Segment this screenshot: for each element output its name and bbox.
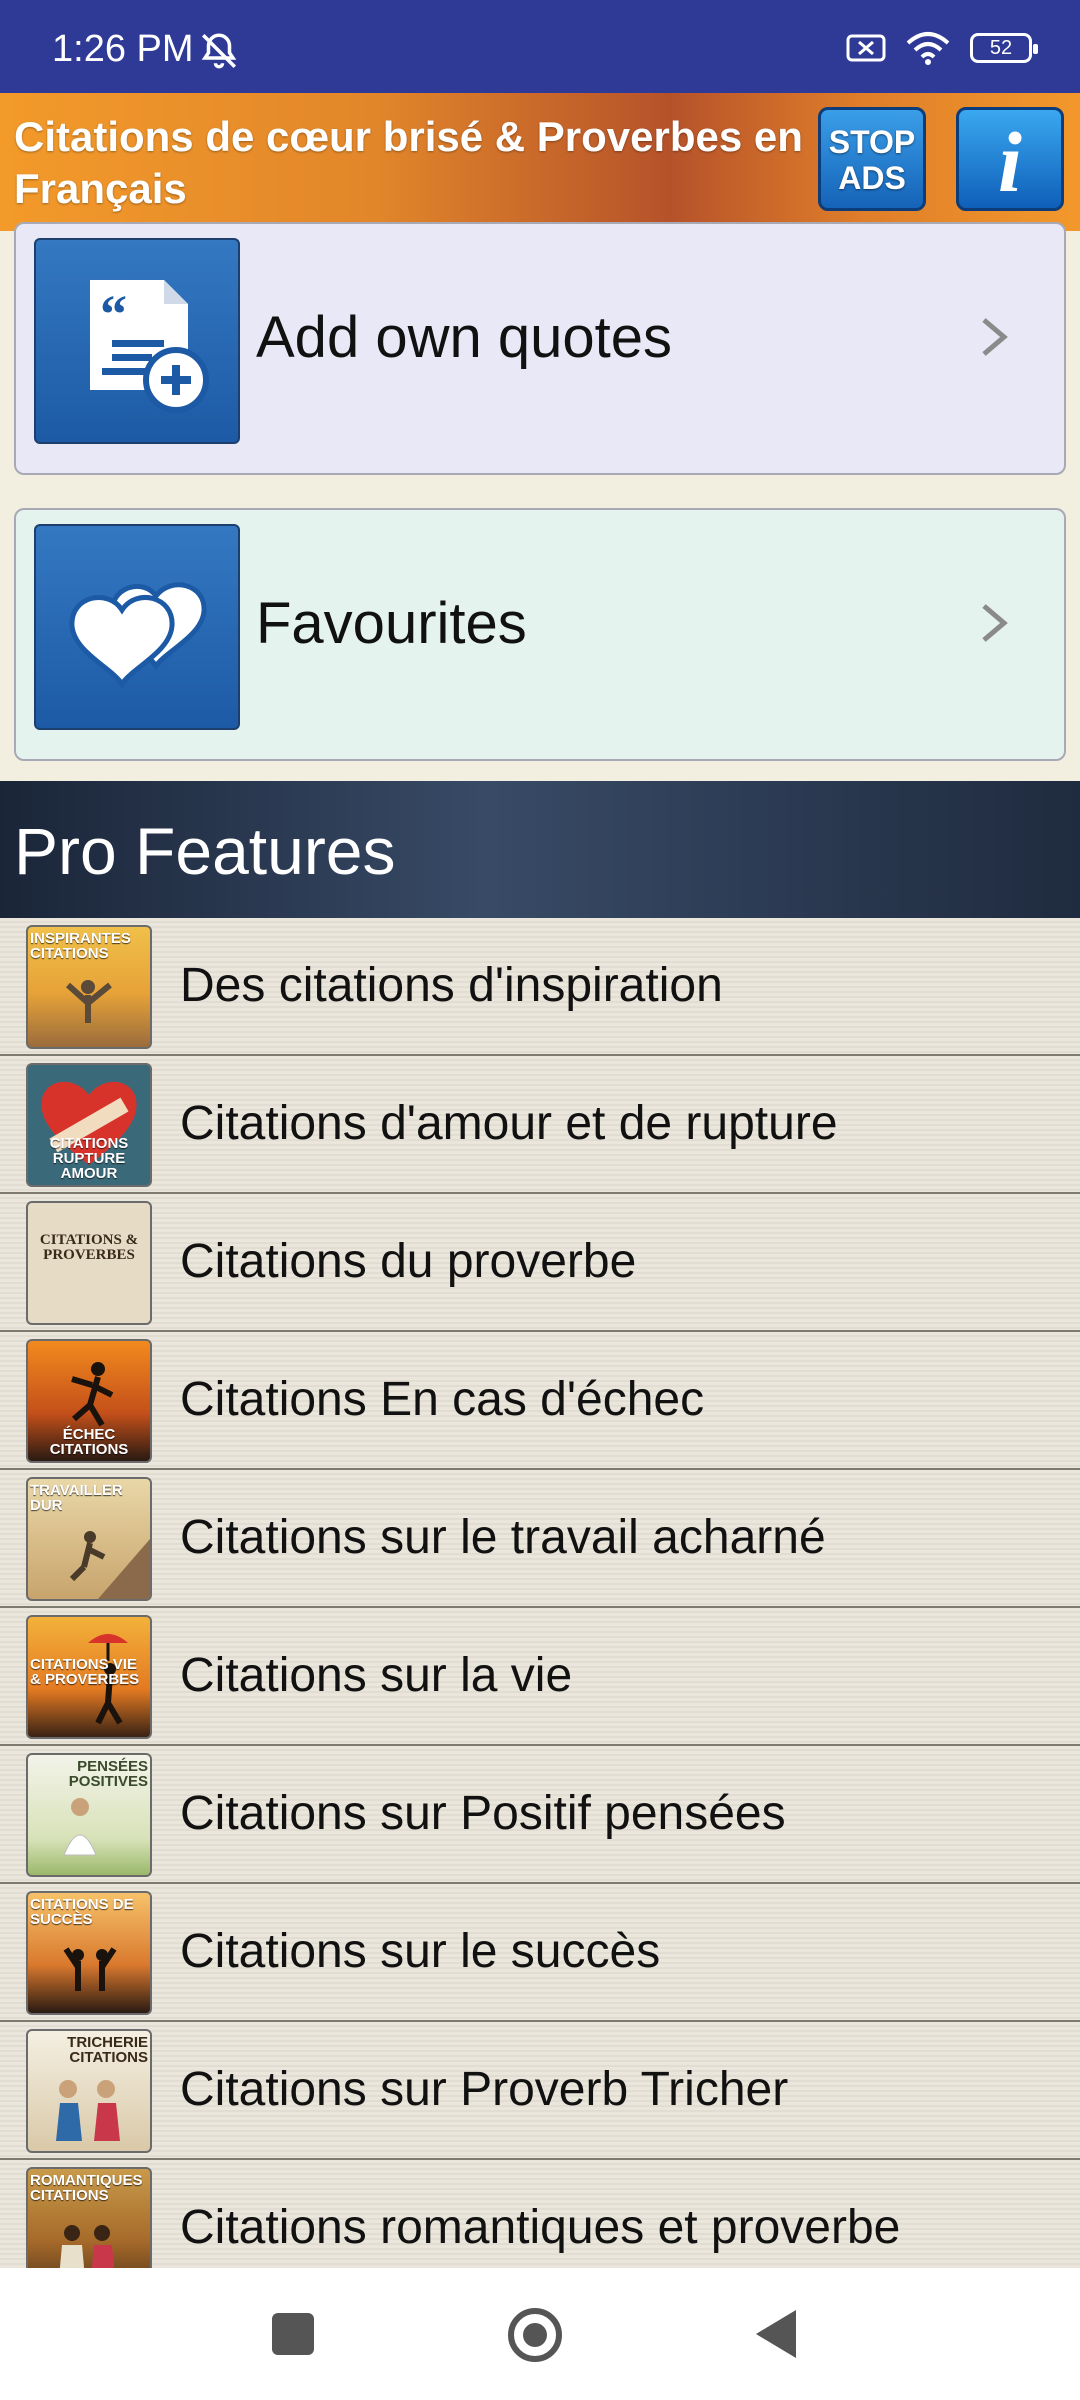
thumbnail-proverbe: CITATIONS & PROVERBES: [26, 1201, 152, 1325]
status-time: 1:26 PM: [52, 28, 194, 70]
battery-level: 52: [989, 36, 1013, 59]
recents-button[interactable]: [272, 2313, 314, 2355]
list-item-echec[interactable]: ÉCHEC CITATIONS Citations En cas d'échec: [0, 1332, 1080, 1470]
add-own-quotes-label: Add own quotes: [256, 305, 672, 370]
sim-off-icon: [846, 34, 886, 62]
svg-text:“: “: [100, 284, 127, 344]
chevron-right-icon: [982, 604, 1008, 642]
pro-features-list: INSPIRANTES CITATIONS Des citations d'in…: [0, 918, 1080, 2268]
stop-ads-button[interactable]: STOP ADS: [818, 107, 926, 211]
thumbnail-positif: PENSÉES POSITIVES: [26, 1753, 152, 1877]
bell-mute-icon: [201, 33, 237, 69]
app-title: Citations de cœur brisé & Proverbes en F…: [14, 113, 803, 212]
list-item-label: Citations sur Proverb Tricher: [180, 2063, 789, 2116]
list-item-label: Citations sur le travail acharné: [180, 1511, 826, 1564]
thumbnail-echec: ÉCHEC CITATIONS: [26, 1339, 152, 1463]
list-item-succes[interactable]: CITATIONS DE SUCCÈS Citations sur le suc…: [0, 1884, 1080, 2022]
favourites-card[interactable]: Favourites: [14, 508, 1066, 761]
add-own-quotes-card[interactable]: “ Add own quotes: [14, 222, 1066, 475]
add-document-icon: “: [34, 238, 240, 444]
list-item-proverbe[interactable]: CITATIONS & PROVERBES Citations du prove…: [0, 1194, 1080, 1332]
battery-icon: 52: [970, 33, 1038, 63]
back-button[interactable]: [756, 2310, 796, 2358]
thumbnail-tricher: TRICHERIE CITATIONS: [26, 2029, 152, 2153]
list-item-inspiration[interactable]: INSPIRANTES CITATIONS Des citations d'in…: [0, 918, 1080, 1056]
wifi-icon: [906, 32, 950, 65]
list-item-label: Citations sur le succès: [180, 1925, 661, 1978]
list-item-travail[interactable]: TRAVAILLER DUR Citations sur le travail …: [0, 1470, 1080, 1608]
info-button[interactable]: i: [956, 107, 1064, 211]
list-item-amour-rupture[interactable]: CITATIONS RUPTURE AMOUR Citations d'amou…: [0, 1056, 1080, 1194]
home-button[interactable]: [508, 2308, 562, 2362]
thumbnail-romantiques: ROMANTIQUES CITATIONS: [26, 2167, 152, 2268]
thumbnail-vie: CITATIONS VIE & PROVERBES: [26, 1615, 152, 1739]
pro-features-header: Pro Features: [0, 781, 1080, 918]
list-item-label: Citations du proverbe: [180, 1235, 637, 1288]
favourites-label: Favourites: [256, 591, 527, 656]
list-item-romantiques[interactable]: ROMANTIQUES CITATIONS Citations romantiq…: [0, 2160, 1080, 2268]
status-bar: 1:26 PM 52: [0, 0, 1080, 93]
list-item-label: Citations En cas d'échec: [180, 1373, 705, 1426]
list-item-vie[interactable]: CITATIONS VIE & PROVERBES Citations sur …: [0, 1608, 1080, 1746]
list-item-label: Des citations d'inspiration: [180, 959, 723, 1012]
list-item-label: Citations romantiques et proverbe: [180, 2201, 901, 2254]
thumbnail-succes: CITATIONS DE SUCCÈS: [26, 1891, 152, 2015]
hearts-icon: [34, 524, 240, 730]
list-item-positif[interactable]: PENSÉES POSITIVES Citations sur Positif …: [0, 1746, 1080, 1884]
list-item-label: Citations d'amour et de rupture: [180, 1097, 838, 1150]
system-nav-bar: [0, 2268, 1080, 2400]
chevron-right-icon: [982, 318, 1008, 356]
list-item-label: Citations sur la vie: [180, 1649, 573, 1702]
thumbnail-travail: TRAVAILLER DUR: [26, 1477, 152, 1601]
app-header: Citations de cœur brisé & Proverbes en F…: [0, 93, 1080, 231]
info-icon: i: [998, 114, 1022, 210]
list-item-label: Citations sur Positif pensées: [180, 1787, 786, 1840]
list-item-tricher[interactable]: TRICHERIE CITATIONS Citations sur Prover…: [0, 2022, 1080, 2160]
pro-features-title: Pro Features: [14, 814, 396, 888]
thumbnail-heart: CITATIONS RUPTURE AMOUR: [26, 1063, 152, 1187]
thumbnail-inspiration: INSPIRANTES CITATIONS: [26, 925, 152, 1049]
